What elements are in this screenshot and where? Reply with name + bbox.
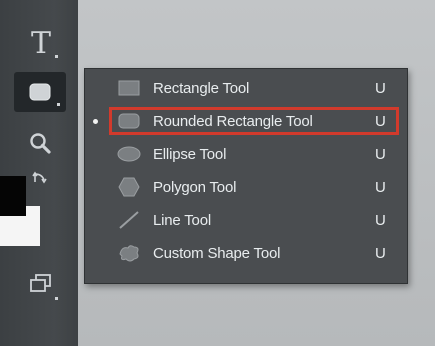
menu-item-label: Polygon Tool	[153, 178, 237, 196]
shape-tool-button[interactable]	[14, 72, 66, 112]
line-icon	[115, 208, 143, 232]
type-tool-button[interactable]: T	[18, 24, 64, 64]
shortcut-key: U	[375, 178, 386, 196]
shortcut-key: U	[375, 244, 386, 262]
custom-shape-icon	[115, 241, 143, 265]
menu-item-label: Ellipse Tool	[153, 145, 227, 163]
shape-tools-flyout-menu: Rectangle Tool U Rounded Rectangle Tool …	[84, 68, 408, 284]
menu-item-line-tool[interactable]: Line Tool U	[85, 205, 407, 235]
menu-item-custom-shape-tool[interactable]: Custom Shape Tool U	[85, 238, 407, 268]
tool-group-indicator	[55, 55, 58, 58]
magnifier-icon	[30, 133, 51, 154]
screen-mode-button[interactable]	[18, 264, 64, 304]
shortcut-key: U	[375, 211, 386, 229]
menu-item-polygon-tool[interactable]: Polygon Tool U	[85, 172, 407, 202]
swap-colors-icon[interactable]	[30, 170, 52, 192]
screen-mode-icon	[30, 274, 51, 292]
selected-indicator-icon	[93, 118, 98, 124]
ellipse-icon	[115, 142, 143, 166]
selection-highlight-box	[109, 107, 399, 135]
menu-item-label: Rectangle Tool	[153, 79, 250, 97]
menu-item-ellipse-tool[interactable]: Ellipse Tool U	[85, 139, 407, 169]
shortcut-key: U	[375, 79, 386, 97]
type-tool-icon: T	[30, 26, 51, 61]
menu-item-rectangle-tool[interactable]: Rectangle Tool U	[85, 73, 407, 103]
tool-group-indicator	[57, 103, 60, 106]
tools-panel: T	[0, 0, 78, 346]
rectangle-icon	[115, 76, 143, 100]
zoom-tool-button[interactable]	[18, 124, 64, 164]
photoshop-workspace: T Rectangle Tool U Rounded Rectangle Too…	[0, 0, 435, 346]
polygon-icon	[115, 175, 143, 199]
menu-item-label: Line Tool	[153, 211, 211, 229]
rounded-rectangle-tool-icon	[29, 83, 51, 101]
tool-group-indicator	[55, 297, 58, 300]
foreground-color-swatch[interactable]	[0, 176, 26, 216]
shortcut-key: U	[375, 145, 386, 163]
menu-item-label: Custom Shape Tool	[153, 244, 281, 262]
